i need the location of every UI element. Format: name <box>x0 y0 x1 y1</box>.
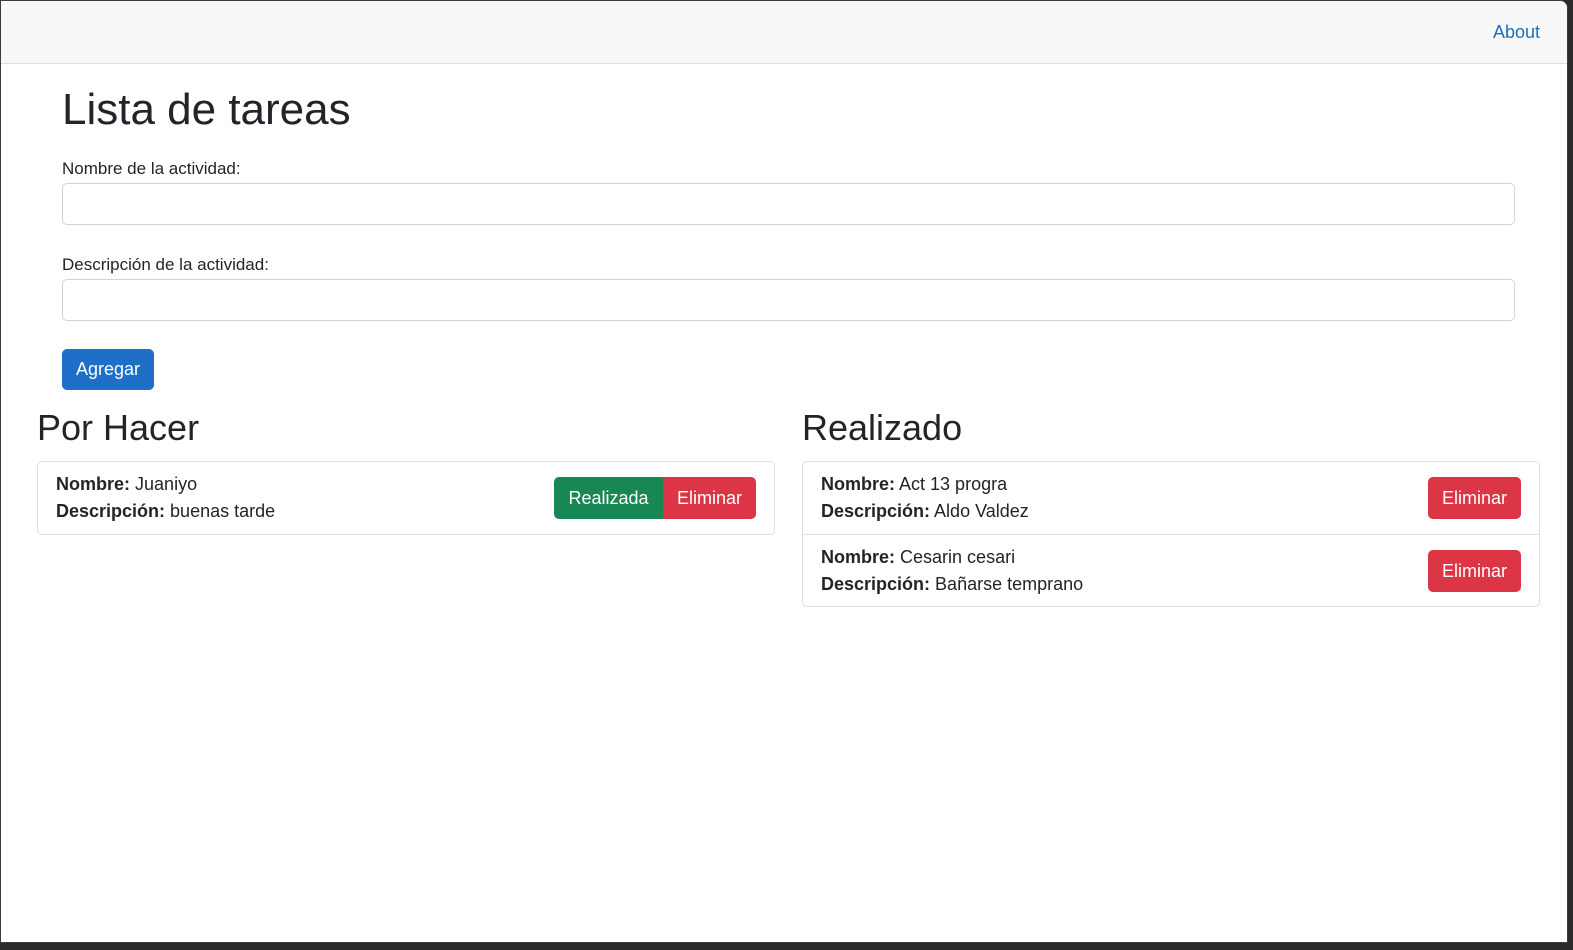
activity-name-input[interactable] <box>62 183 1515 225</box>
task-name-key: Nombre: <box>821 547 896 567</box>
task-description: Aldo Valdez <box>934 501 1029 521</box>
activity-description-input[interactable] <box>62 279 1515 321</box>
task-description-line: Descripción: Bañarse temprano <box>821 574 1083 595</box>
delete-button[interactable]: Eliminar <box>1428 477 1521 519</box>
add-button[interactable]: Agregar <box>62 349 154 390</box>
done-list: Nombre: Act 13 progra Descripción: Aldo … <box>802 461 1540 607</box>
list-item: Nombre: Act 13 progra Descripción: Aldo … <box>803 462 1539 534</box>
page-title: Lista de tareas <box>62 85 351 134</box>
about-link[interactable]: About <box>1493 22 1540 43</box>
list-item: Nombre: Juaniyo Descripción: buenas tard… <box>38 462 774 534</box>
activity-description-label: Descripción de la actividad: <box>62 255 269 274</box>
task-description: Bañarse temprano <box>935 574 1084 594</box>
task-description: buenas tarde <box>170 501 276 521</box>
task-name-key: Nombre: <box>56 474 131 494</box>
done-column-title: Realizado <box>802 407 963 448</box>
list-item: Nombre: Cesarin cesari Descripción: Baña… <box>803 534 1539 606</box>
mark-done-button[interactable]: Realizada <box>554 477 663 519</box>
task-description-key: Descripción: <box>56 501 166 521</box>
task-name-line: Nombre: Cesarin cesari <box>821 547 1015 568</box>
task-name: Cesarin cesari <box>900 547 1016 567</box>
todo-list: Nombre: Juaniyo Descripción: buenas tard… <box>37 461 775 535</box>
browser-window: About Lista de tareas Nombre de la activ… <box>0 0 1568 943</box>
navbar: About <box>1 1 1567 64</box>
task-name-key: Nombre: <box>821 474 896 494</box>
task-description-key: Descripción: <box>821 574 931 594</box>
task-name: Act 13 progra <box>899 474 1008 494</box>
todo-column-title: Por Hacer <box>37 407 200 448</box>
delete-button[interactable]: Eliminar <box>1428 550 1521 592</box>
task-description-line: Descripción: Aldo Valdez <box>821 501 1029 522</box>
activity-name-label: Nombre de la actividad: <box>62 159 241 178</box>
task-name-line: Nombre: Act 13 progra <box>821 474 1007 495</box>
task-name-line: Nombre: Juaniyo <box>56 474 197 495</box>
task-description-key: Descripción: <box>821 501 931 521</box>
task-description-line: Descripción: buenas tarde <box>56 501 275 522</box>
delete-button[interactable]: Eliminar <box>663 477 756 519</box>
task-name: Juaniyo <box>135 474 198 494</box>
